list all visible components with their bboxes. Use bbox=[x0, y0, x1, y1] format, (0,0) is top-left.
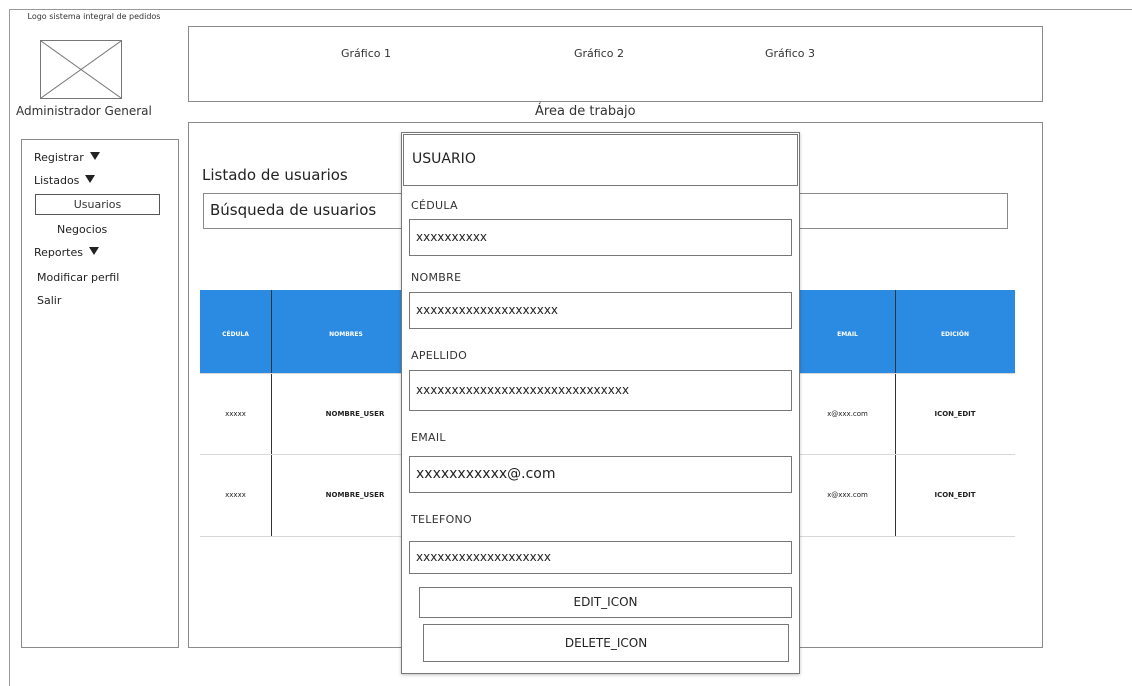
list-title: Listado de usuarios bbox=[202, 166, 348, 184]
user-role-label: Administrador General bbox=[16, 104, 152, 118]
sidebar-item-label: Reportes bbox=[34, 246, 83, 259]
image-placeholder-icon bbox=[40, 40, 122, 99]
sidebar-item-listados[interactable]: Listados bbox=[34, 174, 96, 187]
cedula-field[interactable]: xxxxxxxxxx bbox=[409, 219, 792, 256]
email-label: EMAIL bbox=[411, 431, 446, 444]
sidebar-item-modificar-perfil[interactable]: Modificar perfil bbox=[37, 271, 119, 284]
nombre-field[interactable]: xxxxxxxxxxxxxxxxxxxx bbox=[409, 292, 792, 329]
apellido-label: APELLIDO bbox=[411, 349, 468, 362]
frame-top-border bbox=[9, 9, 1132, 10]
edit-icon[interactable]: ICON_EDIT bbox=[895, 491, 1015, 499]
cell-cedula: xxxxx bbox=[225, 491, 246, 499]
modal-title: USUARIO bbox=[403, 134, 798, 186]
column-header-edicion[interactable]: EDICIÓN bbox=[895, 331, 1015, 338]
sidebar-item-registrar[interactable]: Registrar bbox=[34, 151, 100, 164]
telefono-field[interactable]: xxxxxxxxxxxxxxxxxxx bbox=[409, 541, 792, 574]
triangle-down-icon bbox=[85, 175, 96, 183]
delete-button[interactable]: DELETE_ICON bbox=[423, 624, 789, 662]
sidebar bbox=[21, 139, 179, 648]
column-divider bbox=[271, 290, 272, 537]
charts-panel bbox=[188, 26, 1043, 102]
nombre-label: NOMBRE bbox=[411, 271, 462, 284]
cell-email: x@xxx.com bbox=[827, 410, 868, 418]
sidebar-item-reportes[interactable]: Reportes bbox=[34, 246, 99, 259]
chart-1-label[interactable]: Gráfico 1 bbox=[341, 47, 391, 60]
cell-cedula: xxxxx bbox=[225, 410, 246, 418]
sidebar-item-usuarios[interactable]: Usuarios bbox=[35, 194, 160, 215]
triangle-down-icon bbox=[88, 247, 99, 255]
frame-left-border bbox=[9, 9, 10, 686]
column-header-nombres[interactable]: NOMBRES bbox=[271, 331, 421, 338]
cedula-label: CÉDULA bbox=[411, 199, 458, 212]
column-header-email[interactable]: EMAIL bbox=[800, 331, 895, 338]
telefono-label: TELEFONO bbox=[411, 513, 473, 526]
email-field[interactable]: xxxxxxxxxxx@.com bbox=[409, 456, 792, 493]
sidebar-item-salir[interactable]: Salir bbox=[37, 294, 61, 307]
sidebar-item-label: Listados bbox=[34, 174, 80, 187]
edit-button[interactable]: EDIT_ICON bbox=[419, 587, 792, 618]
triangle-down-icon bbox=[89, 152, 100, 160]
cell-email: x@xxx.com bbox=[827, 491, 868, 499]
sidebar-item-label: Registrar bbox=[34, 151, 84, 164]
edit-icon[interactable]: ICON_EDIT bbox=[895, 410, 1015, 418]
apellido-field[interactable]: xxxxxxxxxxxxxxxxxxxxxxxxxxxxxx bbox=[409, 370, 792, 411]
chart-3-label[interactable]: Gráfico 3 bbox=[765, 47, 815, 60]
logo-text: Logo sistema integral de pedidos bbox=[27, 12, 161, 21]
column-header-cedula[interactable]: CÉDULA bbox=[200, 331, 271, 338]
work-area-label: Área de trabajo bbox=[535, 104, 636, 119]
chart-2-label[interactable]: Gráfico 2 bbox=[574, 47, 624, 60]
sidebar-item-negocios[interactable]: Negocios bbox=[57, 223, 107, 236]
